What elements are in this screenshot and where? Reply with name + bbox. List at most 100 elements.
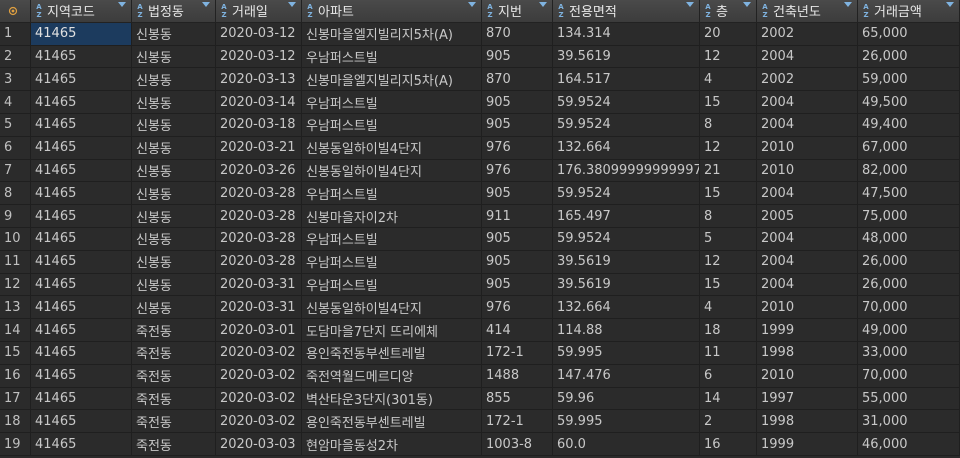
cell-legal-dong[interactable]: 신봉동 [132,22,216,46]
cell-area[interactable]: 59.9524 [553,227,700,251]
sort-az-icon[interactable]: AZ [216,3,232,19]
cell-build-year[interactable]: 2010 [757,364,858,388]
filter-dropdown-icon[interactable] [287,2,297,14]
cell-lot-number[interactable]: 976 [482,296,553,320]
cell-legal-dong[interactable]: 신봉동 [132,182,216,206]
row-number[interactable]: 19 [0,433,31,456]
cell-floor[interactable]: 12 [700,136,757,160]
cell-floor[interactable]: 11 [700,341,757,365]
sort-az-icon[interactable]: AZ [302,3,318,19]
cell-region-code[interactable]: 41465 [31,433,132,456]
cell-lot-number[interactable]: 870 [482,22,553,46]
sort-az-icon[interactable]: AZ [31,3,47,19]
row-number[interactable]: 3 [0,68,31,92]
row-number[interactable]: 2 [0,45,31,69]
cell-lot-number[interactable]: 905 [482,227,553,251]
table-row[interactable]: 17 41465 죽전동 2020-03-02 벽산타운3단지(301동) 855 59.9… [0,387,960,411]
cell-area[interactable]: 59.96 [553,387,700,411]
column-header-area[interactable]: A Z 전용면적 [553,0,700,23]
cell-apartment[interactable]: 우남퍼스트빌 [302,113,482,137]
cell-legal-dong[interactable]: 신봉동 [132,205,216,228]
cell-lot-number[interactable]: 1003-8 [482,433,553,456]
cell-region-code[interactable]: 41465 [31,159,132,183]
cell-price[interactable]: 65,000 [858,22,960,46]
cell-region-code[interactable]: 41465 [31,91,132,114]
cell-price[interactable]: 49,000 [858,319,960,342]
cell-region-code[interactable]: 41465 [31,273,132,297]
cell-price[interactable]: 48,000 [858,227,960,251]
cell-area[interactable]: 59.995 [553,410,700,434]
cell-build-year[interactable]: 1999 [757,319,858,342]
column-header-legal-dong[interactable]: A Z 법정동 [132,0,216,23]
table-row[interactable]: 1 41465 신봉동 2020-03-12 신봉마을엘지빌리지5차(A) 870 134.… [0,22,960,46]
cell-trade-date[interactable]: 2020-03-01 [216,319,302,342]
cell-build-year[interactable]: 1997 [757,387,858,411]
cell-price[interactable]: 31,000 [858,410,960,434]
table-row[interactable]: 10 41465 신봉동 2020-03-28 우남퍼스트빌 905 59.9524 5 200… [0,227,960,251]
row-number[interactable]: 12 [0,273,31,297]
cell-lot-number[interactable]: 905 [482,45,553,69]
cell-trade-date[interactable]: 2020-03-28 [216,182,302,206]
cell-legal-dong[interactable]: 신봉동 [132,296,216,320]
cell-legal-dong[interactable]: 신봉동 [132,136,216,160]
cell-area[interactable]: 59.995 [553,341,700,365]
cell-price[interactable]: 82,000 [858,159,960,183]
cell-floor[interactable]: 18 [700,319,757,342]
cell-floor[interactable]: 21 [700,159,757,183]
cell-area[interactable]: 176.38099999999997 [553,159,700,183]
row-number[interactable]: 4 [0,91,31,114]
cell-trade-date[interactable]: 2020-03-03 [216,433,302,456]
cell-apartment[interactable]: 신봉동일하이빌4단지 [302,159,482,183]
row-number[interactable]: 16 [0,364,31,388]
cell-lot-number[interactable]: 855 [482,387,553,411]
cell-area[interactable]: 59.9524 [553,182,700,206]
table-row[interactable]: 4 41465 신봉동 2020-03-14 우남퍼스트빌 905 59.9524 15 200… [0,91,960,114]
cell-region-code[interactable]: 41465 [31,205,132,228]
cell-build-year[interactable]: 2004 [757,227,858,251]
cell-build-year[interactable]: 2004 [757,45,858,69]
cell-legal-dong[interactable]: 신봉동 [132,68,216,92]
cell-legal-dong[interactable]: 신봉동 [132,227,216,251]
table-row[interactable]: 5 41465 신봉동 2020-03-18 우남퍼스트빌 905 59.9524 8 2004… [0,113,960,137]
cell-trade-date[interactable]: 2020-03-02 [216,364,302,388]
cell-price[interactable]: 49,400 [858,113,960,137]
table-row[interactable]: 7 41465 신봉동 2020-03-26 신봉동일하이빌4단지 976 176.3809… [0,159,960,183]
select-all-corner[interactable] [0,0,31,23]
cell-lot-number[interactable]: 870 [482,68,553,92]
row-number[interactable]: 18 [0,410,31,434]
cell-legal-dong[interactable]: 죽전동 [132,410,216,434]
table-row[interactable]: 14 41465 죽전동 2020-03-01 도담마을7단지 뜨리에체 414 114.8… [0,319,960,342]
cell-trade-date[interactable]: 2020-03-02 [216,341,302,365]
cell-apartment[interactable]: 신봉마을엘지빌리지5차(A) [302,68,482,92]
cell-build-year[interactable]: 1998 [757,341,858,365]
cell-price[interactable]: 70,000 [858,364,960,388]
cell-apartment[interactable]: 용인죽전동부센트레빌 [302,341,482,365]
cell-apartment[interactable]: 신봉마을자이2차 [302,205,482,228]
cell-price[interactable]: 26,000 [858,273,960,297]
cell-area[interactable]: 147.476 [553,364,700,388]
row-number[interactable]: 14 [0,319,31,342]
cell-trade-date[interactable]: 2020-03-31 [216,296,302,320]
cell-area[interactable]: 132.664 [553,296,700,320]
cell-area[interactable]: 114.88 [553,319,700,342]
cell-apartment[interactable]: 우남퍼스트빌 [302,182,482,206]
cell-trade-date[interactable]: 2020-03-02 [216,387,302,411]
cell-area[interactable]: 164.517 [553,68,700,92]
cell-floor[interactable]: 15 [700,91,757,114]
cell-build-year[interactable]: 2002 [757,68,858,92]
table-row[interactable]: 8 41465 신봉동 2020-03-28 우남퍼스트빌 905 59.9524 15 200… [0,182,960,206]
sort-az-icon[interactable]: AZ [757,3,773,19]
cell-floor[interactable]: 12 [700,250,757,274]
cell-trade-date[interactable]: 2020-03-12 [216,22,302,46]
cell-legal-dong[interactable]: 죽전동 [132,341,216,365]
cell-price[interactable]: 33,000 [858,341,960,365]
sort-az-icon[interactable]: AZ [482,3,498,19]
filter-dropdown-icon[interactable] [945,2,955,14]
cell-region-code[interactable]: 41465 [31,182,132,206]
cell-build-year[interactable]: 2005 [757,205,858,228]
cell-region-code[interactable]: 41465 [31,341,132,365]
cell-price[interactable]: 26,000 [858,45,960,69]
cell-region-code[interactable]: 41465 [31,113,132,137]
row-number[interactable]: 1 [0,22,31,46]
cell-build-year[interactable]: 2010 [757,296,858,320]
